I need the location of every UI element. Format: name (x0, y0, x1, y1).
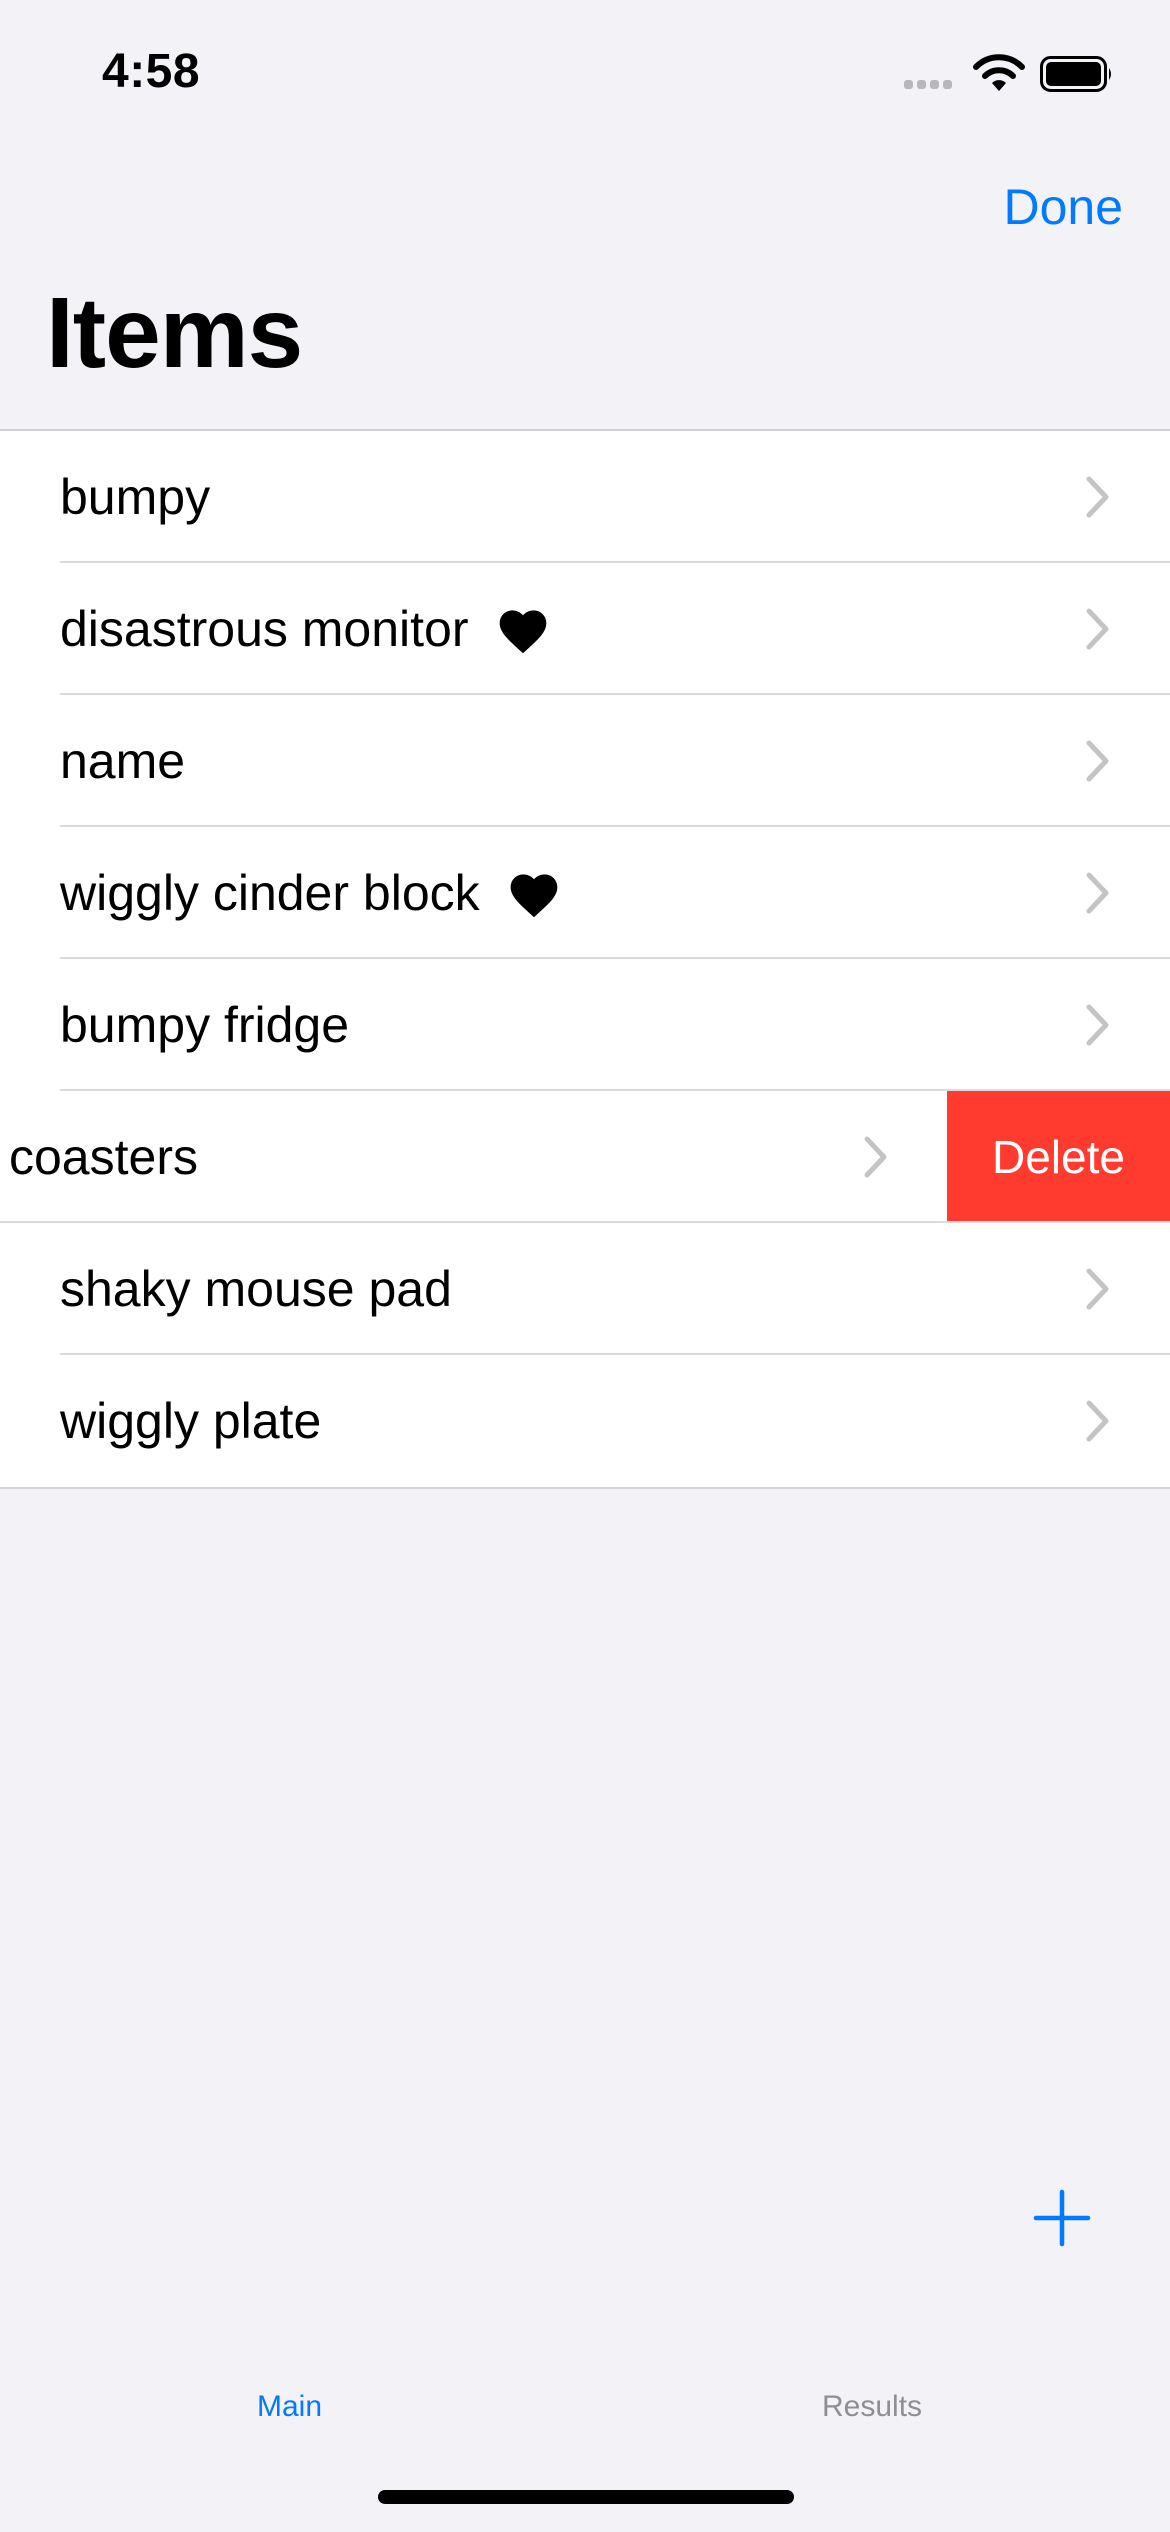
heart-icon (510, 874, 557, 918)
done-button[interactable]: Done (1003, 178, 1123, 236)
items-list: bumpy disastrous monitor name wiggly cin… (0, 429, 1170, 1489)
delete-button[interactable]: Delete (947, 1091, 1170, 1223)
item-label: bumpy fridge (60, 997, 350, 1053)
item-label: wiggly plate (60, 1393, 322, 1449)
item-label: shaky mouse pad (60, 1261, 452, 1317)
chevron-right-icon (864, 1136, 887, 1178)
item-label: name (60, 733, 186, 789)
add-button[interactable] (1032, 2188, 1092, 2248)
tab-results[interactable]: Results (822, 2390, 922, 2424)
list-item-swiped[interactable]: coasters Delete (0, 1091, 1170, 1223)
list-item[interactable]: name (0, 695, 1170, 827)
chevron-right-icon (1086, 872, 1109, 914)
list-item[interactable]: bumpy fridge (0, 959, 1170, 1091)
home-indicator (378, 2490, 794, 2504)
list-item[interactable]: shaky mouse pad (0, 1223, 1170, 1355)
status-time: 4:58 (102, 45, 201, 98)
chevron-right-icon (1086, 1400, 1109, 1442)
status-bar: 4:58 (0, 0, 1170, 140)
tab-main[interactable]: Main (257, 2390, 322, 2424)
chevron-right-icon (1086, 1268, 1109, 1310)
chevron-right-icon (1086, 608, 1109, 650)
wifi-icon (973, 54, 1025, 91)
list-item[interactable]: wiggly plate (0, 1355, 1170, 1487)
item-label: disastrous monitor (60, 601, 469, 657)
page-title: Items (46, 277, 303, 389)
chevron-right-icon (1086, 740, 1109, 782)
list-item[interactable]: bumpy (0, 431, 1170, 563)
list-item[interactable]: wiggly cinder block (0, 827, 1170, 959)
item-label: wiggly cinder block (60, 865, 480, 921)
item-label: coasters (9, 1129, 198, 1185)
chevron-right-icon (1086, 476, 1109, 518)
item-label: bumpy (60, 469, 211, 525)
battery-icon (1040, 56, 1111, 92)
list-item[interactable]: disastrous monitor (0, 563, 1170, 695)
heart-icon (499, 610, 546, 654)
chevron-right-icon (1086, 1004, 1109, 1046)
plus-icon (1033, 2189, 1091, 2247)
